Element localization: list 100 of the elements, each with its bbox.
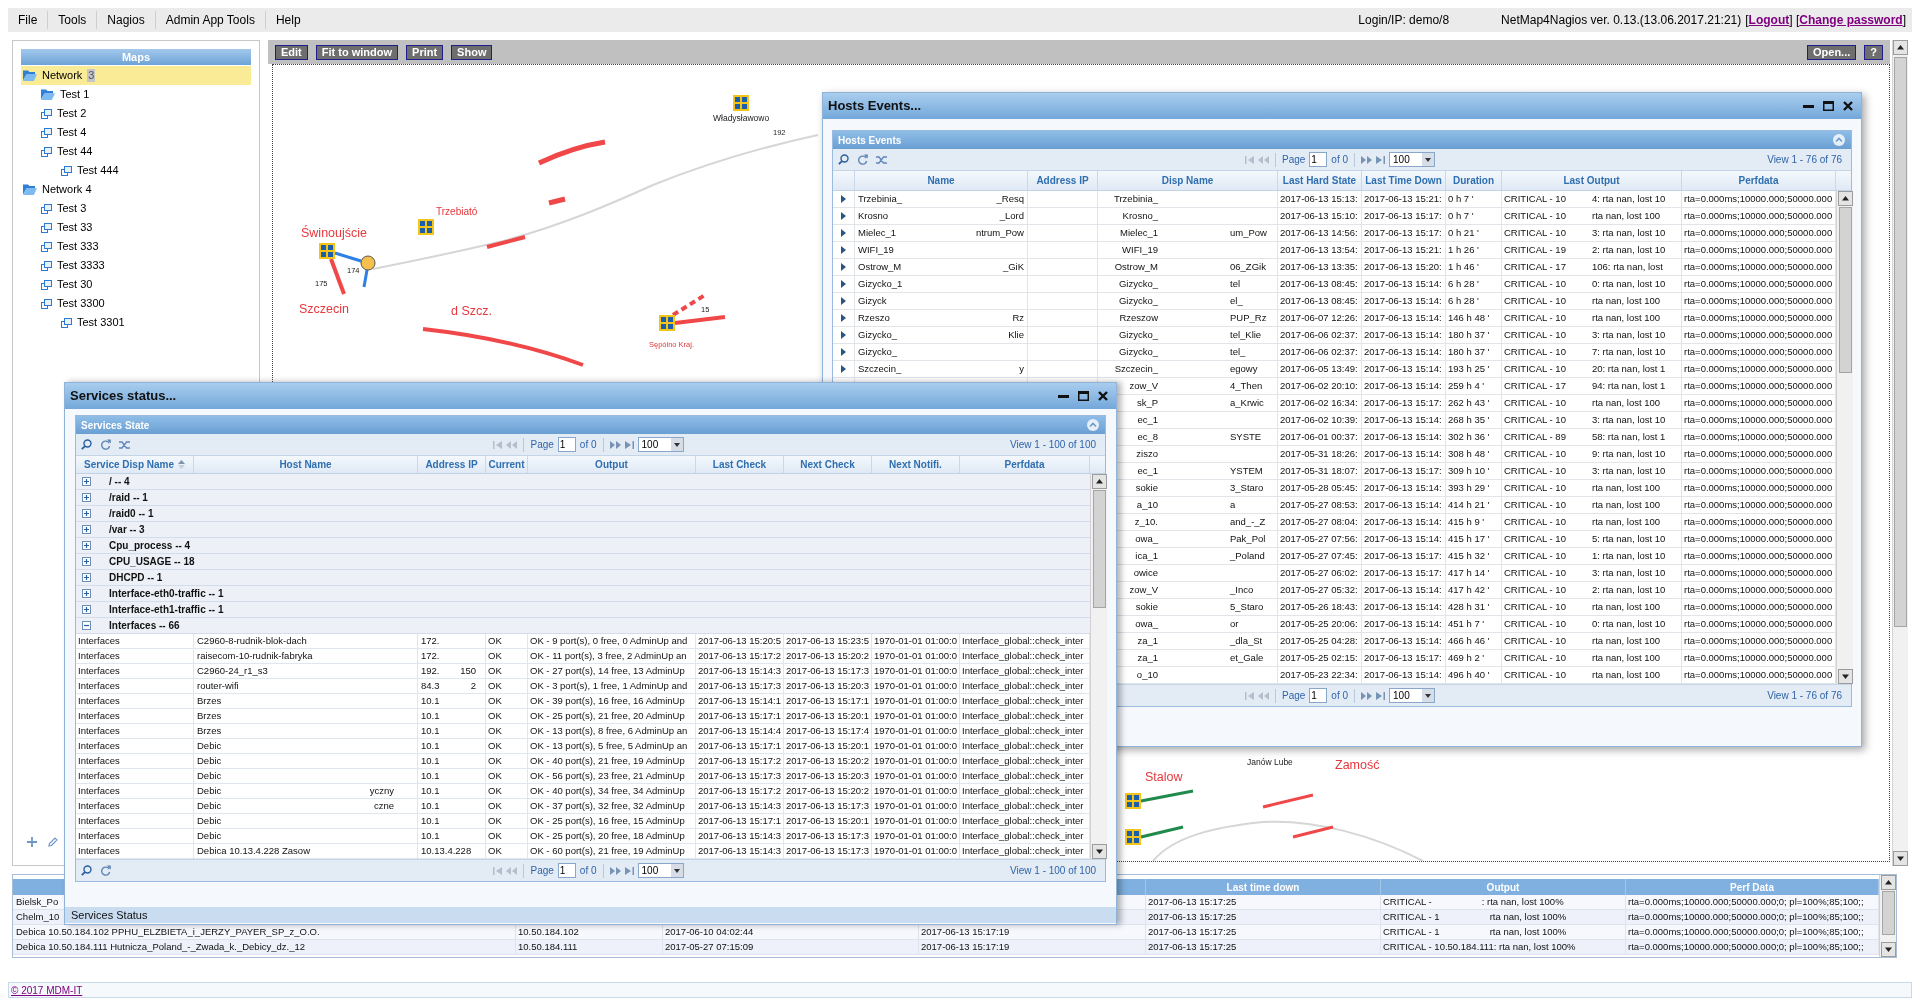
page-size-select[interactable]: 100 xyxy=(1389,152,1436,167)
copyright-link[interactable]: © 2017 MDM-IT xyxy=(11,982,83,998)
shuffle-icon[interactable] xyxy=(876,154,887,165)
tree-item[interactable]: Test 33 xyxy=(21,218,251,237)
toolbar-button[interactable]: Open... xyxy=(1807,44,1857,60)
toolbar-button[interactable]: Print xyxy=(406,44,444,60)
column-header[interactable]: Perfdata xyxy=(1682,171,1836,190)
close-icon[interactable] xyxy=(1098,391,1108,401)
scrollbar-thumb[interactable] xyxy=(1838,207,1852,373)
expand-arrow-icon[interactable] xyxy=(841,348,846,356)
last-page-icon[interactable] xyxy=(1376,691,1386,700)
column-header[interactable]: Next Check xyxy=(784,456,872,473)
minimize-icon[interactable] xyxy=(1058,394,1069,398)
scroll-up-icon[interactable] xyxy=(1837,191,1853,206)
scroll-down-icon[interactable] xyxy=(1837,669,1853,684)
node-icon[interactable] xyxy=(1125,829,1141,845)
minus-box-icon[interactable] xyxy=(82,621,91,630)
page-field[interactable]: 1 xyxy=(557,437,576,452)
group-row[interactable]: /raid0 -- 1 xyxy=(76,506,1090,522)
column-header[interactable]: Output xyxy=(528,456,696,473)
menu-item[interactable]: Help xyxy=(264,11,311,29)
tree-item[interactable]: Test 44 xyxy=(21,142,251,161)
plus-box-icon[interactable] xyxy=(82,541,91,550)
column-header[interactable]: Disp Name xyxy=(1098,171,1278,190)
refresh-icon[interactable] xyxy=(857,154,868,165)
dropdown-caret-icon[interactable] xyxy=(1422,153,1435,166)
expand-arrow-icon[interactable] xyxy=(841,195,846,203)
node-circle-icon[interactable] xyxy=(360,255,376,271)
tree-item[interactable]: Network 3 xyxy=(21,66,251,85)
node-icon[interactable] xyxy=(659,315,675,331)
tree-item[interactable]: Test 2 xyxy=(21,104,251,123)
minimize-icon[interactable] xyxy=(1803,104,1814,108)
menu-item[interactable]: File xyxy=(8,11,48,29)
scrollbar-thumb[interactable] xyxy=(1894,57,1907,627)
page-size-select[interactable]: 100 xyxy=(1389,688,1436,703)
node-icon[interactable] xyxy=(733,95,749,111)
page-field[interactable]: 1 xyxy=(557,863,576,878)
account-link[interactable]: Change password xyxy=(1799,13,1903,27)
tree-item[interactable]: Network 4 xyxy=(21,180,251,199)
search-icon[interactable] xyxy=(81,439,92,450)
expand-arrow-icon[interactable] xyxy=(841,314,846,322)
column-header[interactable]: Last Time Down xyxy=(1362,171,1446,190)
expand-arrow-icon[interactable] xyxy=(841,263,846,271)
expand-arrow-icon[interactable] xyxy=(841,212,846,220)
column-header[interactable]: Name xyxy=(855,171,1028,190)
node-icon[interactable] xyxy=(418,219,434,235)
scroll-down-icon[interactable] xyxy=(1893,851,1908,866)
column-header[interactable]: Current xyxy=(486,456,528,473)
column-header[interactable]: Service Disp Name xyxy=(76,456,194,473)
pencil-icon[interactable] xyxy=(48,837,58,847)
expand-arrow-icon[interactable] xyxy=(841,365,846,373)
dropdown-caret-icon[interactable] xyxy=(670,438,683,451)
tree-item[interactable]: Test 30 xyxy=(21,275,251,294)
group-row[interactable]: Interfaces -- 66 xyxy=(76,618,1090,634)
tree-item[interactable]: Test 444 xyxy=(21,161,251,180)
group-row[interactable]: Interface-eth1-traffic -- 1 xyxy=(76,602,1090,618)
maximize-icon[interactable] xyxy=(1078,391,1089,401)
page-size-select[interactable]: 100 xyxy=(637,437,684,452)
tree-item[interactable]: Test 333 xyxy=(21,237,251,256)
search-icon[interactable] xyxy=(81,865,92,876)
expand-arrow-icon[interactable] xyxy=(841,280,846,288)
group-row[interactable]: DHCPD -- 1 xyxy=(76,570,1090,586)
page-field[interactable]: 1 xyxy=(1309,152,1328,167)
column-header[interactable]: Last Hard State xyxy=(1278,171,1362,190)
scrollbar-thumb[interactable] xyxy=(1092,490,1106,608)
expand-arrow-icon[interactable] xyxy=(841,229,846,237)
expand-arrow-icon[interactable] xyxy=(841,297,846,305)
add-icon[interactable] xyxy=(27,837,37,847)
node-icon[interactable] xyxy=(319,243,335,259)
scroll-up-icon[interactable] xyxy=(1893,40,1908,55)
page-field[interactable]: 1 xyxy=(1309,688,1328,703)
group-row[interactable]: Interface-eth0-traffic -- 1 xyxy=(76,586,1090,602)
next-page-icon[interactable] xyxy=(1361,691,1373,700)
tree-item[interactable]: Test 3300 xyxy=(21,294,251,313)
toolbar-button[interactable]: Edit xyxy=(275,44,308,60)
refresh-icon[interactable] xyxy=(100,865,111,876)
shuffle-icon[interactable] xyxy=(119,439,130,450)
scrollbar[interactable] xyxy=(1879,875,1896,957)
column-header[interactable]: Perfdata xyxy=(960,456,1090,473)
sort-icon[interactable] xyxy=(178,460,186,469)
node-icon[interactable] xyxy=(1125,793,1141,809)
toolbar-button[interactable]: Fit to window xyxy=(315,44,399,60)
menu-item[interactable]: Admin App Tools xyxy=(154,11,265,29)
plus-box-icon[interactable] xyxy=(82,509,91,518)
plus-box-icon[interactable] xyxy=(82,477,91,486)
tree-item[interactable]: Test 3333 xyxy=(21,256,251,275)
dropdown-caret-icon[interactable] xyxy=(1422,689,1435,702)
scroll-down-icon[interactable] xyxy=(1091,844,1107,859)
group-row[interactable]: /var -- 3 xyxy=(76,522,1090,538)
column-header[interactable]: Host Name xyxy=(194,456,418,473)
tree-item[interactable]: Test 3 xyxy=(21,199,251,218)
last-page-icon[interactable] xyxy=(624,440,634,449)
scroll-up-icon[interactable] xyxy=(1880,875,1896,890)
maximize-icon[interactable] xyxy=(1823,101,1834,111)
plus-box-icon[interactable] xyxy=(82,493,91,502)
next-page-icon[interactable] xyxy=(609,440,621,449)
expand-arrow-icon[interactable] xyxy=(841,331,846,339)
close-icon[interactable] xyxy=(1843,101,1853,111)
last-page-icon[interactable] xyxy=(624,866,634,875)
scrollbar[interactable] xyxy=(1090,474,1107,859)
